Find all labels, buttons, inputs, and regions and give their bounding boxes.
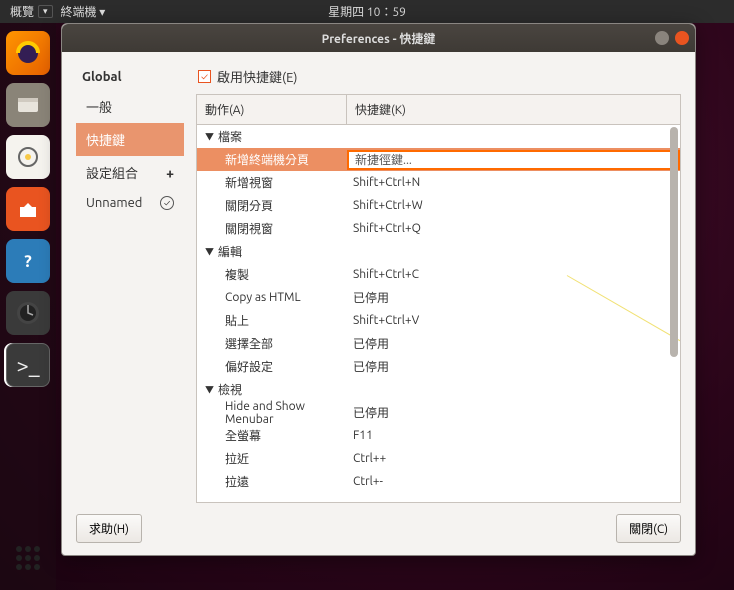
shortcut-cell: 已停用 bbox=[347, 289, 680, 306]
dock-icon-settings[interactable] bbox=[6, 291, 50, 335]
shortcut-row[interactable]: 新增視窗Shift+Ctrl+N bbox=[197, 171, 680, 194]
shortcuts-table: 動作(A) 快捷鍵(K) ▼檔案新增終端機分頁新捷徑鍵...新增視窗Shift+… bbox=[196, 94, 681, 503]
shortcut-cell: Ctrl++ bbox=[347, 452, 680, 465]
sidebar-item-general[interactable]: 一般 bbox=[76, 90, 184, 123]
shortcut-cell: F11 bbox=[347, 429, 680, 442]
top-panel: 概覽 ▾ 終端機 ▾ 星期四 10：59 bbox=[0, 0, 734, 23]
column-header-action[interactable]: 動作(A) bbox=[197, 95, 347, 124]
shortcut-cell: Shift+Ctrl+Q bbox=[347, 222, 680, 235]
enable-shortcuts-label: 啟用快捷鍵(E) bbox=[217, 67, 297, 86]
show-applications-button[interactable] bbox=[6, 536, 50, 580]
shortcut-row[interactable]: 貼上Shift+Ctrl+V bbox=[197, 309, 680, 332]
enable-shortcuts-checkbox[interactable]: ✓ bbox=[198, 70, 211, 83]
close-window-button[interactable] bbox=[675, 31, 689, 45]
close-button[interactable]: 關閉(C) bbox=[616, 514, 681, 543]
action-cell: 複製 bbox=[197, 266, 347, 283]
sidebar-item-label: Unnamed bbox=[86, 196, 142, 210]
activities-button[interactable]: 概覽 bbox=[10, 3, 34, 20]
dock-icon-terminal[interactable]: >_ bbox=[6, 343, 50, 387]
action-cell: 拉近 bbox=[197, 450, 347, 467]
shortcut-row[interactable]: 關閉視窗Shift+Ctrl+Q bbox=[197, 217, 680, 240]
section-name: 編輯 bbox=[218, 243, 242, 260]
shortcut-row[interactable]: 選擇全部已停用 bbox=[197, 332, 680, 355]
action-cell: 貼上 bbox=[197, 312, 347, 329]
window-title: Preferences - 快捷鍵 bbox=[322, 30, 436, 47]
shortcut-cell: 已停用 bbox=[347, 335, 680, 352]
action-cell: 拉遠 bbox=[197, 473, 347, 490]
shortcut-row[interactable]: 全螢幕F11 bbox=[197, 424, 680, 447]
section-header[interactable]: ▼ 編輯 bbox=[197, 240, 680, 263]
preferences-sidebar: Global 一般 快捷鍵 設定組合 + Unnamed ✓ bbox=[76, 64, 184, 503]
shortcut-row[interactable]: 新增終端機分頁新捷徑鍵... bbox=[197, 148, 680, 171]
shortcut-cell[interactable]: 新捷徑鍵... bbox=[347, 150, 680, 170]
dock-icon-firefox[interactable] bbox=[6, 31, 50, 75]
sidebar-item-label: 快捷鍵 bbox=[86, 130, 125, 149]
action-cell: 關閉分頁 bbox=[197, 197, 347, 214]
shortcut-cell: 已停用 bbox=[347, 358, 680, 375]
sidebar-item-label: 一般 bbox=[86, 97, 112, 116]
action-cell: 關閉視窗 bbox=[197, 220, 347, 237]
dock-icon-help[interactable]: ? bbox=[6, 239, 50, 283]
vertical-scrollbar[interactable] bbox=[670, 127, 678, 485]
action-cell: 選擇全部 bbox=[197, 335, 347, 352]
sidebar-item-profile-unnamed[interactable]: Unnamed ✓ bbox=[76, 189, 184, 217]
shortcut-cell: Shift+Ctrl+C bbox=[347, 268, 680, 281]
shortcut-row[interactable]: 拉近Ctrl++ bbox=[197, 447, 680, 470]
shortcuts-table-body: ▼檔案新增終端機分頁新捷徑鍵...新增視窗Shift+Ctrl+N關閉分頁Shi… bbox=[197, 125, 680, 502]
minimize-button[interactable] bbox=[655, 31, 669, 45]
shortcut-row[interactable]: Hide and Show Menubar已停用 bbox=[197, 401, 680, 424]
shortcut-cell: Ctrl+- bbox=[347, 475, 680, 488]
appmenu-dropdown-icon: ▾ bbox=[38, 5, 53, 18]
dock-icon-software[interactable] bbox=[6, 187, 50, 231]
section-header[interactable]: ▼ 檔案 bbox=[197, 125, 680, 148]
disclosure-triangle-icon: ▼ bbox=[205, 245, 214, 258]
shortcut-cell: Shift+Ctrl+N bbox=[347, 176, 680, 189]
disclosure-triangle-icon: ▼ bbox=[205, 383, 214, 396]
action-cell: 偏好設定 bbox=[197, 358, 347, 375]
dialog-footer: 求助(H) 關閉(C) bbox=[62, 511, 695, 555]
dock-icon-files[interactable] bbox=[6, 83, 50, 127]
action-cell: Copy as HTML bbox=[197, 291, 347, 304]
sidebar-item-profiles-header[interactable]: 設定組合 + bbox=[76, 156, 184, 189]
shortcut-row[interactable]: 複製Shift+Ctrl+C bbox=[197, 263, 680, 286]
shortcut-cell: Shift+Ctrl+V bbox=[347, 314, 680, 327]
disclosure-triangle-icon: ▼ bbox=[205, 130, 214, 143]
shortcuts-pane: ✓ 啟用快捷鍵(E) 動作(A) 快捷鍵(K) ▼ 檔案新增終端機分頁新捷徑鍵..… bbox=[196, 64, 681, 503]
section-name: 檔案 bbox=[218, 128, 242, 145]
column-header-shortcut[interactable]: 快捷鍵(K) bbox=[347, 95, 680, 124]
appmenu-label[interactable]: 終端機 ▾ bbox=[61, 3, 106, 20]
svg-text:?: ? bbox=[24, 252, 32, 271]
default-profile-check-icon: ✓ bbox=[160, 196, 174, 210]
shortcut-row[interactable]: 關閉分頁Shift+Ctrl+W bbox=[197, 194, 680, 217]
action-cell: 全螢幕 bbox=[197, 427, 347, 444]
action-cell: Hide and Show Menubar bbox=[197, 400, 347, 426]
terminal-glyph: >_ bbox=[16, 353, 39, 378]
section-name: 檢視 bbox=[218, 381, 242, 398]
sidebar-item-label: 設定組合 bbox=[86, 163, 138, 182]
shortcut-cell: 已停用 bbox=[347, 404, 680, 421]
clock-label[interactable]: 星期四 10：59 bbox=[328, 3, 406, 20]
shortcut-row[interactable]: 拉遠Ctrl+- bbox=[197, 470, 680, 493]
sidebar-category-global: Global bbox=[76, 64, 184, 90]
shortcut-cell: Shift+Ctrl+W bbox=[347, 199, 680, 212]
preferences-window: Preferences - 快捷鍵 Global 一般 快捷鍵 設定組合 + U… bbox=[61, 23, 696, 556]
shortcut-row[interactable]: 偏好設定已停用 bbox=[197, 355, 680, 378]
dock: ? >_ bbox=[0, 23, 56, 590]
action-cell: 新增視窗 bbox=[197, 174, 347, 191]
action-cell: 新增終端機分頁 bbox=[197, 151, 347, 168]
apps-grid-icon bbox=[16, 546, 40, 570]
titlebar[interactable]: Preferences - 快捷鍵 bbox=[62, 24, 695, 52]
add-profile-icon[interactable]: + bbox=[166, 165, 174, 181]
dock-icon-rhythmbox[interactable] bbox=[6, 135, 50, 179]
section-header[interactable]: ▼ 檢視 bbox=[197, 378, 680, 401]
shortcut-row[interactable]: Copy as HTML已停用 bbox=[197, 286, 680, 309]
help-button[interactable]: 求助(H) bbox=[76, 514, 142, 543]
sidebar-item-shortcuts[interactable]: 快捷鍵 bbox=[76, 123, 184, 156]
